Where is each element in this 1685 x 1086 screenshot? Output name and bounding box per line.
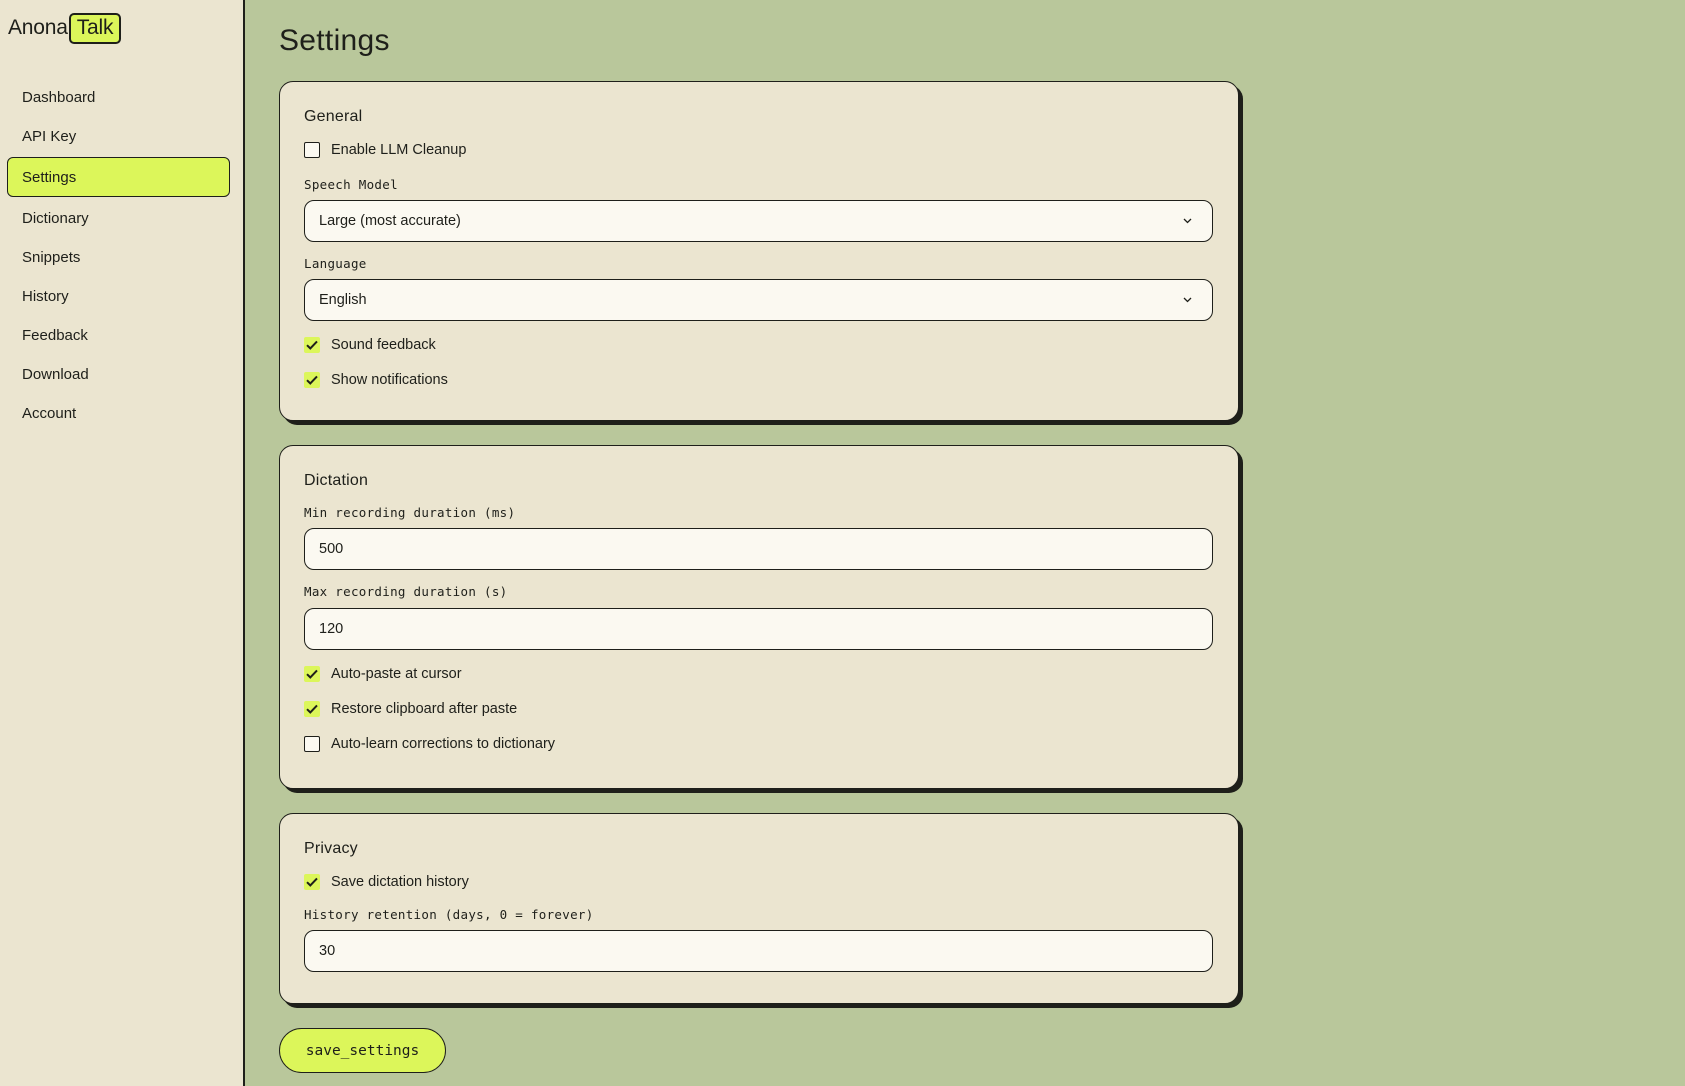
- field-label: Max recording duration (s): [304, 584, 508, 599]
- sidebar-item-api-key[interactable]: API Key: [7, 118, 230, 155]
- show-notifications-option[interactable]: Show notifications: [304, 370, 1214, 390]
- sound-feedback-checkbox[interactable]: [304, 337, 320, 353]
- input-value: 500: [319, 541, 344, 557]
- input-value: 30: [319, 943, 336, 959]
- checkbox-label: Enable LLM Cleanup: [331, 142, 467, 158]
- checkbox-label: Sound feedback: [331, 337, 436, 353]
- field-label: History retention (days, 0 = forever): [304, 907, 594, 922]
- main-content: Settings General Enable LLM Cleanup Spee…: [245, 0, 1685, 1086]
- sidebar-item-account[interactable]: Account: [7, 395, 230, 432]
- privacy-settings-card: Privacy Save dictation history History r…: [279, 813, 1239, 1004]
- sidebar-item-dashboard[interactable]: Dashboard: [7, 79, 230, 116]
- sound-feedback-option[interactable]: Sound feedback: [304, 335, 1214, 355]
- max-duration-input[interactable]: 120: [304, 608, 1213, 650]
- show-notifications-checkbox[interactable]: [304, 372, 320, 388]
- sidebar: Anona Talk Dashboard API Key Settings Di…: [0, 0, 245, 1086]
- checkmark-icon: [306, 877, 318, 887]
- sidebar-nav: Dashboard API Key Settings Dictionary Sn…: [0, 79, 243, 432]
- checkmark-icon: [306, 704, 318, 714]
- min-duration-input[interactable]: 500: [304, 528, 1213, 570]
- checkbox-label: Save dictation history: [331, 874, 469, 890]
- dictation-settings-card: Dictation Min recording duration (ms) 50…: [279, 445, 1239, 789]
- checkmark-icon: [306, 375, 318, 385]
- chevron-down-icon: [1182, 295, 1192, 305]
- auto-learn-option[interactable]: Auto-learn corrections to dictionary: [304, 734, 1214, 754]
- brand-name-part2: Talk: [68, 12, 122, 44]
- field-label: Speech Model: [304, 177, 398, 192]
- save-history-option[interactable]: Save dictation history: [304, 872, 1214, 892]
- sidebar-item-snippets[interactable]: Snippets: [7, 239, 230, 276]
- llm-cleanup-option[interactable]: Enable LLM Cleanup: [304, 140, 1214, 160]
- auto-paste-option[interactable]: Auto-paste at cursor: [304, 664, 1214, 684]
- input-value: 120: [319, 621, 344, 637]
- restore-clipboard-option[interactable]: Restore clipboard after paste: [304, 699, 1214, 719]
- select-value: English: [319, 292, 367, 308]
- save-settings-button[interactable]: save_settings: [279, 1028, 446, 1073]
- page-title: Settings: [279, 24, 390, 57]
- app-logo[interactable]: Anona Talk: [8, 12, 243, 44]
- llm-cleanup-checkbox[interactable]: [304, 142, 320, 158]
- checkbox-label: Auto-paste at cursor: [331, 666, 462, 682]
- sidebar-item-history[interactable]: History: [7, 278, 230, 315]
- sidebar-item-dictionary[interactable]: Dictionary: [7, 200, 230, 237]
- history-retention-input[interactable]: 30: [304, 930, 1213, 972]
- sidebar-item-download[interactable]: Download: [7, 356, 230, 393]
- select-value: Large (most accurate): [319, 213, 461, 229]
- auto-paste-checkbox[interactable]: [304, 666, 320, 682]
- restore-clipboard-checkbox[interactable]: [304, 701, 320, 717]
- checkmark-icon: [306, 669, 318, 679]
- field-label: Min recording duration (ms): [304, 505, 516, 520]
- save-history-checkbox[interactable]: [304, 874, 320, 890]
- language-select[interactable]: English: [304, 279, 1213, 321]
- checkbox-label: Show notifications: [331, 372, 448, 388]
- checkmark-icon: [306, 340, 318, 350]
- chevron-down-icon: [1182, 216, 1192, 226]
- general-settings-card: General Enable LLM Cleanup Speech Model …: [279, 81, 1239, 421]
- checkbox-label: Restore clipboard after paste: [331, 701, 518, 717]
- speech-model-select[interactable]: Large (most accurate): [304, 200, 1213, 242]
- brand-name-part1: Anona: [8, 16, 68, 39]
- sidebar-item-feedback[interactable]: Feedback: [7, 317, 230, 354]
- sidebar-item-settings[interactable]: Settings: [7, 157, 230, 197]
- card-title: General: [304, 108, 363, 125]
- auto-learn-checkbox[interactable]: [304, 736, 320, 752]
- checkbox-label: Auto-learn corrections to dictionary: [331, 736, 556, 752]
- field-label: Language: [304, 256, 367, 271]
- card-title: Privacy: [304, 840, 358, 857]
- card-title: Dictation: [304, 472, 369, 489]
